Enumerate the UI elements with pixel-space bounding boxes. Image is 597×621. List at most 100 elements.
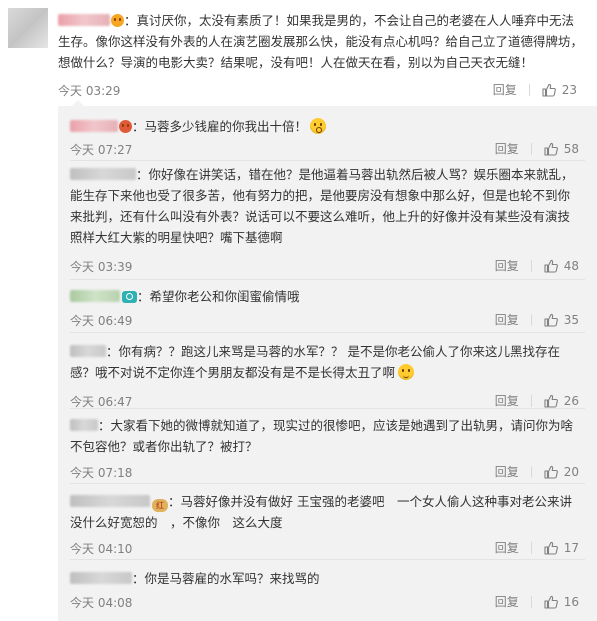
reply-divider	[70, 559, 585, 560]
like-button[interactable]: 17	[544, 541, 579, 555]
username-blurred[interactable]	[70, 572, 132, 584]
reply-time: 今天 04:10	[70, 542, 133, 556]
reply-body: ：你好像在讲笑话，错在他？是他逼着马蓉出轨然后被人骂？娱乐圈本来就乱，能生存下来…	[70, 164, 577, 248]
like-count: 23	[561, 83, 577, 97]
camera-badge-icon	[122, 291, 137, 303]
reply-actions: 回复 20	[495, 463, 579, 481]
action-divider	[530, 542, 532, 554]
thumbs-up-icon	[544, 259, 558, 273]
smile-emoji-icon	[398, 364, 415, 380]
reply-actions: 回复 17	[495, 539, 579, 557]
username-blurred[interactable]	[70, 168, 136, 180]
reply-text: ：希望你老公和你闺蜜偷情哦	[137, 289, 300, 304]
action-divider	[528, 84, 530, 96]
reply-item: ：马蓉多少钱雇的你我出十倍！ 今天 07:27 回复 58	[58, 116, 597, 158]
reply-time: 今天 06:49	[70, 314, 133, 328]
action-divider	[530, 466, 532, 478]
thumbs-up-icon	[544, 313, 558, 327]
reply-divider	[70, 160, 585, 161]
reply-item: ：大家看下她的微博就知道了，现实过的很惨吧，应该是她遇到了出轨男，请问你为啥不包…	[58, 415, 597, 481]
like-button[interactable]: 48	[544, 259, 579, 273]
reply-time: 今天 07:27	[70, 143, 133, 157]
action-divider	[530, 314, 532, 326]
username-blurred[interactable]	[70, 419, 98, 431]
like-count: 16	[563, 595, 579, 609]
reply-body: ：你是马蓉雇的水军吗？来找骂的	[70, 568, 577, 589]
reply-text: ：你好像在讲笑话，错在他？是他逼着马蓉出轨然后被人骂？娱乐圈本来就乱，能生存下来…	[70, 167, 574, 245]
member-badge-icon	[119, 120, 132, 133]
reply-item: ：你是马蓉雇的水军吗？来找骂的 今天 04:08 回复 16	[58, 568, 597, 610]
main-comment: ：真讨厌你，太没有素质了！如果我是男的，不会让自己的老婆在人人唾弃中无法生存。像…	[0, 0, 597, 106]
thumbs-up-icon	[544, 142, 558, 156]
reply-divider	[70, 483, 585, 484]
reply-footer: 今天 04:10 回复 17	[70, 539, 585, 557]
like-button[interactable]: 26	[544, 394, 579, 408]
action-divider	[530, 260, 532, 272]
reply-text: ：你有病？？跑这儿来骂是马蓉的水军？？ 是不是你老公偷人了你来这儿黑找存在感？哦…	[70, 344, 560, 380]
reply-text: ：马蓉多少钱雇的你我出十倍！	[132, 119, 308, 134]
comment-time: 今天 03:29	[58, 84, 121, 98]
reply-button[interactable]: 回复	[495, 311, 519, 329]
reply-footer: 今天 06:49 回复 35	[70, 311, 585, 329]
thumbs-up-icon	[544, 394, 558, 408]
vip-badge-icon: 红	[152, 499, 168, 512]
reply-body: ：大家看下她的微博就知道了，现实过的很惨吧，应该是她遇到了出轨男，请问你为啥不包…	[70, 415, 577, 457]
thumbs-up-icon	[544, 465, 558, 479]
thumbs-up-icon	[542, 83, 556, 97]
reply-actions: 回复 58	[495, 140, 579, 158]
reply-body: 红：马蓉好像并没有做好 王宝强的老婆吧 一个女人偷人这种事对老公来讲没什么好宽恕…	[70, 491, 577, 533]
main-comment-body: ：真讨厌你，太没有素质了！如果我是男的，不会让自己的老婆在人人唾弃中无法生存。像…	[58, 10, 583, 73]
reply-item: ：你好像在讲笑话，错在他？是他逼着马蓉出轨然后被人骂？娱乐圈本来就乱，能生存下来…	[58, 164, 597, 275]
like-count: 17	[563, 541, 579, 555]
username-blurred[interactable]	[70, 120, 118, 132]
action-divider	[530, 143, 532, 155]
reply-list: ：马蓉多少钱雇的你我出十倍！ 今天 07:27 回复 58 ：你好像在讲笑话，错…	[58, 100, 597, 621]
reply-time: 今天 03:39	[70, 260, 133, 274]
reply-button[interactable]: 回复	[495, 463, 519, 481]
username-blurred[interactable]	[70, 495, 150, 507]
reply-button[interactable]: 回复	[495, 539, 519, 557]
like-count: 35	[563, 313, 579, 327]
reply-item: ：希望你老公和你闺蜜偷情哦 今天 06:49 回复 35	[58, 286, 597, 328]
like-button[interactable]: 58	[544, 142, 579, 156]
reply-button[interactable]: 回复	[495, 140, 519, 158]
thumbs-up-icon	[544, 595, 558, 609]
action-divider	[530, 596, 532, 608]
like-button[interactable]: 20	[544, 465, 579, 479]
reply-text: ：你是马蓉雇的水军吗？来找骂的	[132, 571, 320, 586]
reply-footer: 今天 07:18 回复 20	[70, 463, 585, 481]
like-count: 26	[563, 394, 579, 408]
reply-time: 今天 07:18	[70, 466, 133, 480]
username-blurred[interactable]	[70, 290, 120, 302]
action-divider	[530, 395, 532, 407]
reply-divider	[70, 279, 585, 280]
username-blurred[interactable]	[58, 14, 110, 26]
like-button[interactable]: 23	[542, 83, 577, 97]
reply-text: ：大家看下她的微博就知道了，现实过的很惨吧，应该是她遇到了出轨男，请问你为啥不包…	[70, 418, 574, 454]
reply-divider	[70, 408, 585, 409]
reply-body: ：马蓉多少钱雇的你我出十倍！	[70, 116, 577, 137]
reply-actions: 回复 48	[495, 257, 579, 275]
main-comment-footer: 今天 03:29 回复 23	[58, 81, 583, 99]
thumbs-up-icon	[544, 541, 558, 555]
reply-footer: 今天 04:08 回复 16	[70, 593, 585, 611]
reply-button[interactable]: 回复	[495, 257, 519, 275]
shocked-emoji-icon	[310, 118, 327, 134]
reply-divider	[70, 332, 585, 333]
member-badge-icon	[111, 14, 124, 27]
reply-body: ：你有病？？跑这儿来骂是马蓉的水军？？ 是不是你老公偷人了你来这儿黑找存在感？哦…	[70, 341, 577, 383]
like-count: 48	[563, 259, 579, 273]
avatar[interactable]	[8, 8, 48, 48]
like-count: 20	[563, 465, 579, 479]
reply-button[interactable]: 回复	[495, 593, 519, 611]
reply-button[interactable]: 回复	[493, 81, 517, 99]
reply-footer: 今天 03:39 回复 48	[70, 257, 585, 275]
reply-item: 红：马蓉好像并没有做好 王宝强的老婆吧 一个女人偷人这种事对老公来讲没什么好宽恕…	[58, 491, 597, 557]
like-count: 58	[563, 142, 579, 156]
reply-actions: 回复 35	[495, 311, 579, 329]
like-button[interactable]: 16	[544, 595, 579, 609]
like-button[interactable]: 35	[544, 313, 579, 327]
weibo-comment-thread: ：真讨厌你，太没有素质了！如果我是男的，不会让自己的老婆在人人唾弃中无法生存。像…	[0, 0, 597, 621]
username-blurred[interactable]	[70, 345, 106, 357]
reply-actions: 回复 16	[495, 593, 579, 611]
